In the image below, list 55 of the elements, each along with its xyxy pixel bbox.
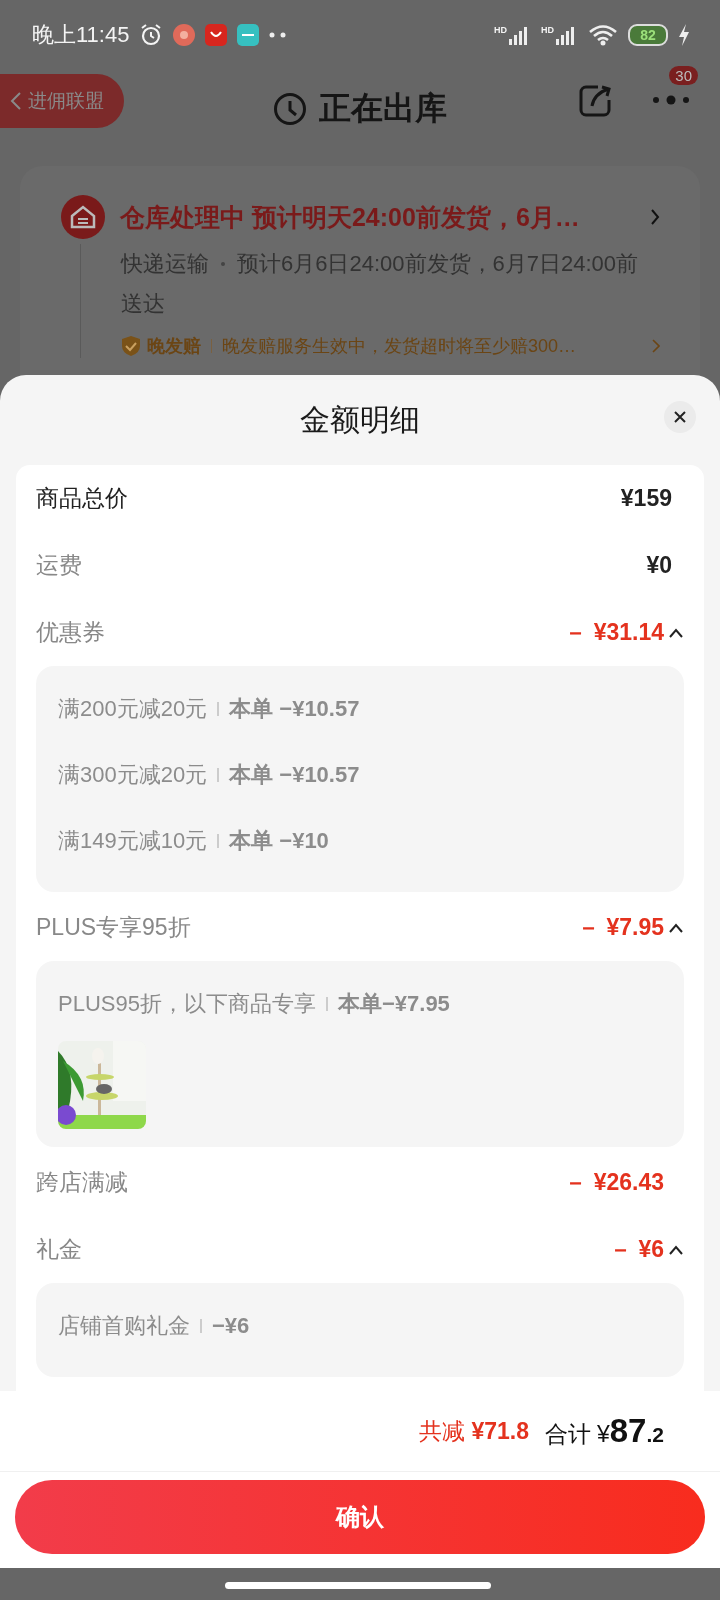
confirm-button[interactable]: 确认: [15, 1480, 705, 1554]
notification-badge: 30: [669, 66, 698, 85]
charging-icon: [678, 24, 690, 46]
back-button[interactable]: 进佣联盟: [0, 74, 124, 128]
app-notification-icon: [237, 24, 260, 46]
network-type-label: HD: [541, 25, 554, 35]
warehouse-icon: [60, 194, 106, 240]
sheet-title: 金额明细: [300, 401, 420, 438]
amount-label: 商品总价: [36, 484, 129, 513]
discount-amount: 本单 −¥10.57: [229, 761, 360, 789]
app-notification-icon: [173, 24, 196, 46]
total-discount-value: ¥71.8: [471, 1417, 529, 1444]
amount-value: － ¥7.95: [577, 913, 664, 942]
status-time: 晚上11:45: [32, 21, 130, 49]
discount-name: 满200元减20元: [58, 695, 208, 723]
chevron-up-icon[interactable]: [668, 626, 684, 639]
discount-amount: 本单 −¥10: [229, 827, 329, 855]
shield-check-icon: [121, 335, 141, 357]
discount-amount: 本单−¥7.95: [337, 990, 450, 1018]
discount-amount: 本单 −¥10.57: [229, 695, 360, 723]
discount-amount: −¥6: [212, 1313, 250, 1339]
amount-label: 优惠券: [36, 618, 106, 647]
amount-value: － ¥31.14: [564, 618, 664, 647]
amount-label: PLUS专享95折: [36, 913, 192, 942]
close-button[interactable]: [664, 401, 696, 433]
amount-label: 跨店满减: [36, 1168, 129, 1197]
chevron-right-icon[interactable]: [650, 208, 660, 226]
battery-level: 82: [628, 24, 668, 46]
total-price: ¥87.2: [596, 1412, 664, 1450]
amount-label: 运费: [36, 551, 83, 580]
chevron-up-icon[interactable]: [668, 1243, 684, 1256]
amount-label: 礼金: [36, 1235, 83, 1264]
wifi-icon: [588, 24, 618, 46]
network-type-label: HD: [494, 25, 507, 35]
discount-name: 店铺首购礼金: [58, 1312, 190, 1340]
amount-value: ¥159: [620, 485, 672, 512]
order-status-title: 仓库处理中 预计明天24:00前发货，6月…: [120, 201, 581, 233]
clock-icon: [273, 92, 307, 126]
chevron-up-icon[interactable]: [668, 921, 684, 934]
amount-value: － ¥26.43: [564, 1168, 664, 1197]
amount-value: ¥0: [646, 552, 672, 579]
discount-name: 满300元减20元: [58, 761, 208, 789]
share-icon[interactable]: [578, 84, 612, 118]
discount-name: PLUS95折，以下商品专享: [58, 990, 316, 1018]
total-discount-label: 共减: [419, 1417, 465, 1444]
guarantee-label: 晚发赔: [147, 335, 201, 358]
discount-name: 满149元减10元: [58, 827, 208, 855]
total-label: 合计: [544, 1420, 591, 1449]
more-notifications-icon: [269, 32, 288, 38]
guarantee-text: 晚发赔服务生效中，发货超时将至少赔300…: [222, 335, 577, 358]
more-icon[interactable]: [652, 94, 690, 106]
amount-value: － ¥6: [609, 1235, 664, 1264]
close-icon: [673, 410, 687, 424]
app-notification-icon: [205, 24, 228, 46]
page-title: 正在出库: [319, 89, 447, 128]
